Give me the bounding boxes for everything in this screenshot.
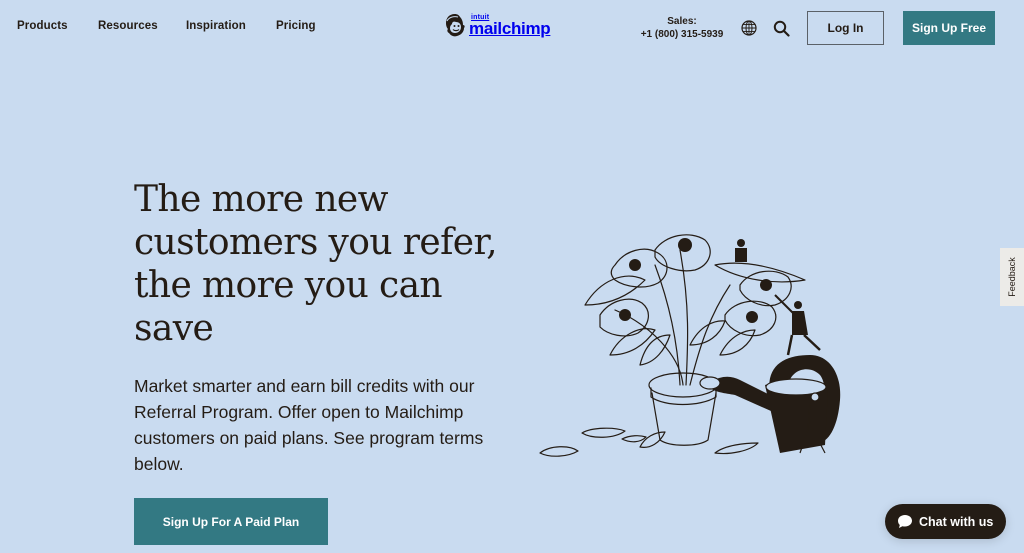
person-sitting bbox=[735, 239, 747, 262]
nav-products-label: Products bbox=[17, 20, 68, 32]
nav-resources-label: Resources bbox=[98, 20, 158, 32]
fallen-leaf bbox=[581, 427, 626, 438]
chat-bubble-icon bbox=[898, 515, 912, 528]
plant-watering-can-illustration bbox=[539, 234, 841, 457]
signup-paid-plan-button[interactable]: Sign Up For A Paid Plan bbox=[134, 498, 328, 545]
hero-description: Market smarter and earn bill credits wit… bbox=[134, 376, 484, 474]
freddie-chimp-icon bbox=[446, 14, 465, 37]
person-climbing bbox=[774, 294, 821, 356]
leaf bbox=[639, 334, 671, 366]
nav-inspiration-label: Inspiration bbox=[186, 20, 246, 32]
nav-inspiration[interactable]: Inspiration bbox=[186, 20, 246, 32]
nav-products[interactable]: Products bbox=[17, 20, 68, 32]
login-button[interactable]: Log In bbox=[807, 11, 884, 45]
watering-can bbox=[699, 355, 841, 453]
search-button[interactable] bbox=[771, 18, 791, 38]
site-header: Products Resources Inspiration Pricing i… bbox=[0, 0, 1024, 56]
logo-wordmark: intuit mailchimp bbox=[469, 14, 551, 38]
fallen-leaf bbox=[714, 442, 759, 455]
mailchimp-logo[interactable]: intuit mailchimp bbox=[444, 12, 551, 38]
sales-label: Sales: bbox=[667, 16, 697, 27]
feedback-label: Feedback bbox=[1007, 257, 1017, 297]
leaf bbox=[609, 328, 656, 356]
chat-label: Chat with us bbox=[919, 514, 994, 529]
nav-pricing-label: Pricing bbox=[276, 20, 316, 32]
leaf bbox=[689, 320, 726, 346]
language-selector[interactable] bbox=[739, 18, 759, 38]
hero-title: The more new customers you refer, the mo… bbox=[134, 179, 498, 349]
nav-pricing[interactable]: Pricing bbox=[276, 20, 316, 32]
globe-icon bbox=[741, 20, 757, 36]
signup-free-button[interactable]: Sign Up Free bbox=[903, 11, 995, 45]
sales-contact: Sales: +1 (800) 315-5939 bbox=[636, 15, 728, 41]
feedback-tab[interactable]: Feedback bbox=[1000, 248, 1024, 306]
sales-phone[interactable]: +1 (800) 315-5939 bbox=[636, 28, 728, 41]
search-icon bbox=[773, 20, 790, 37]
fallen-leaf bbox=[621, 435, 647, 443]
nav-resources[interactable]: Resources bbox=[98, 20, 158, 32]
chat-with-us-button[interactable]: Chat with us bbox=[885, 504, 1006, 539]
leaf bbox=[719, 329, 756, 356]
logo-mailchimp: mailchimp bbox=[469, 18, 551, 38]
fallen-leaf bbox=[639, 431, 666, 448]
fallen-leaf bbox=[539, 446, 579, 457]
